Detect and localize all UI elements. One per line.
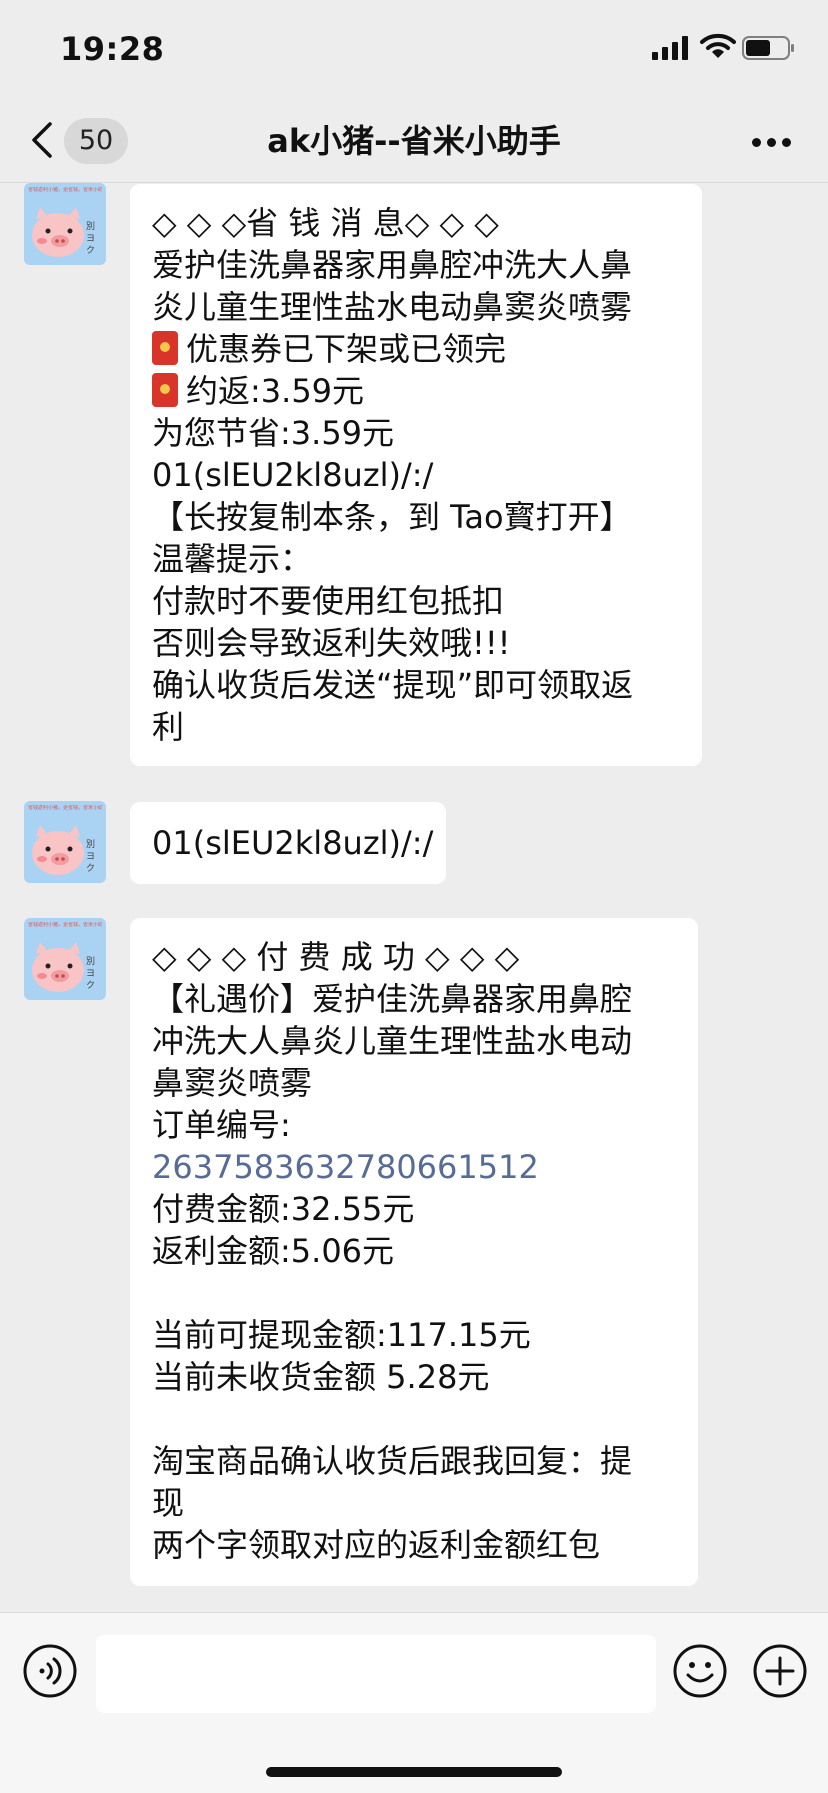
svg-text:ク: ク [86, 245, 95, 256]
more-dots-icon[interactable] [752, 138, 792, 148]
status-bar: 19:28 [0, 0, 828, 100]
pig-avatar-icon: 別 ヨ ク [32, 825, 95, 875]
message-bubble[interactable]: 01(slEU2kl8uzl)/:/ [130, 802, 446, 884]
svg-text:別: 別 [86, 221, 95, 232]
message-line-blank [152, 1398, 676, 1440]
pig-avatar-icon: 別 ヨ ク [32, 942, 95, 992]
message-line: ◇ ◇ ◇ 付 费 成 功 ◇ ◇ ◇ [152, 938, 520, 976]
message-line: 【礼遇价】爱护佳洗鼻器家用鼻腔 [152, 980, 633, 1018]
unread-count-badge[interactable]: 50 [64, 118, 128, 164]
contact-avatar[interactable]: 省钱返利小猪，更省钱，省米小助手 別 ヨ ク [24, 918, 106, 1000]
battery-icon [742, 36, 794, 60]
message-line: 确认收货后发送“提现”即可领取返 [152, 666, 634, 704]
message-line: 当前未收货金额 5.28元 [152, 1358, 490, 1396]
input-bar [0, 1612, 828, 1793]
message-line: 两个字领取对应的返利金额红包 [152, 1526, 601, 1564]
order-number-link[interactable]: 2637583632780661512 [152, 1146, 676, 1188]
home-indicator [266, 1767, 562, 1777]
svg-text:ヨ: ヨ [86, 852, 95, 862]
svg-text:別: 別 [86, 839, 95, 850]
message-line: 付费金额:32.55元 [152, 1190, 415, 1228]
svg-text:ヨ: ヨ [86, 234, 95, 244]
contact-avatar[interactable]: 省钱返利小猪，更省钱，省米小助手 別 ヨ ク [24, 801, 106, 883]
message-line-rebate: 约返:3.59元 [152, 370, 680, 412]
message-input[interactable] [96, 1635, 656, 1713]
svg-text:ク: ク [86, 980, 95, 991]
message-line: 付款时不要使用红包抵扣 [152, 582, 505, 620]
message-line: 温馨提示： [152, 540, 313, 578]
avatar-caption: 省钱返利小猪，更省钱，省米小助手 [28, 187, 102, 193]
message-line: 鼻窦炎喷雾 [152, 1064, 313, 1102]
signal-icon [652, 36, 688, 60]
message-line: 返利金额:5.06元 [152, 1232, 395, 1270]
message-line: ◇ ◇ ◇省 钱 消 息◇ ◇ ◇ [152, 204, 499, 242]
message-line-blank [152, 1272, 676, 1314]
avatar-caption: 省钱返利小猪，更省钱，省米小助手 [28, 922, 102, 928]
message-line: 【长按复制本条，到 Tao寳打开】 [152, 498, 632, 536]
message-line: 利 [152, 708, 185, 746]
red-packet-icon [152, 331, 178, 365]
red-packet-icon [152, 373, 178, 407]
svg-text:ク: ク [86, 863, 95, 874]
chat-header: ak小猪--省米小助手 50 [0, 100, 828, 183]
message-line-text: 优惠券已下架或已领完 [186, 330, 507, 368]
message-line: 订单编号: [152, 1106, 291, 1144]
contact-avatar[interactable]: 省钱返利小猪，更省钱，省米小助手 別 ヨ ク [24, 183, 106, 265]
message-line: 01(slEU2kl8uzl)/:/ [152, 824, 434, 862]
message-line-text: 约返:3.59元 [186, 372, 365, 410]
plus-icon[interactable] [752, 1643, 808, 1699]
voice-icon[interactable] [22, 1643, 78, 1699]
message-bubble[interactable]: ◇ ◇ ◇省 钱 消 息◇ ◇ ◇ 爱护佳洗鼻器家用鼻腔冲洗大人鼻 炎儿童生理性… [130, 184, 702, 766]
message-line: 当前可提现金额:117.15元 [152, 1316, 531, 1354]
emoji-icon[interactable] [672, 1643, 728, 1699]
message-line-coupon: 优惠券已下架或已领完 [152, 328, 680, 370]
message-line: 现 [152, 1484, 185, 1522]
avatar-caption: 省钱返利小猪，更省钱，省米小助手 [28, 805, 102, 811]
message-line: 01(slEU2kl8uzl)/:/ [152, 456, 434, 494]
message-line: 否则会导致返利失效哦!!! [152, 624, 511, 662]
message-line: 淘宝商品确认收货后跟我回复：提 [152, 1442, 633, 1480]
pig-avatar-icon: 別 ヨ ク [32, 207, 95, 257]
chevron-left-icon[interactable] [28, 118, 58, 162]
message-line: 冲洗大人鼻炎儿童生理性盐水电动 [152, 1022, 633, 1060]
message-line: 爱护佳洗鼻器家用鼻腔冲洗大人鼻 [152, 246, 633, 284]
message-line: 炎儿童生理性盐水电动鼻窦炎喷雾 [152, 288, 633, 326]
svg-text:ヨ: ヨ [86, 969, 95, 979]
message-line: 为您节省:3.59元 [152, 414, 395, 452]
wifi-icon [700, 33, 736, 58]
svg-text:別: 別 [86, 956, 95, 967]
message-bubble[interactable]: ◇ ◇ ◇ 付 费 成 功 ◇ ◇ ◇ 【礼遇价】爱护佳洗鼻器家用鼻腔 冲洗大人… [130, 918, 698, 1586]
status-time: 19:28 [60, 30, 165, 68]
